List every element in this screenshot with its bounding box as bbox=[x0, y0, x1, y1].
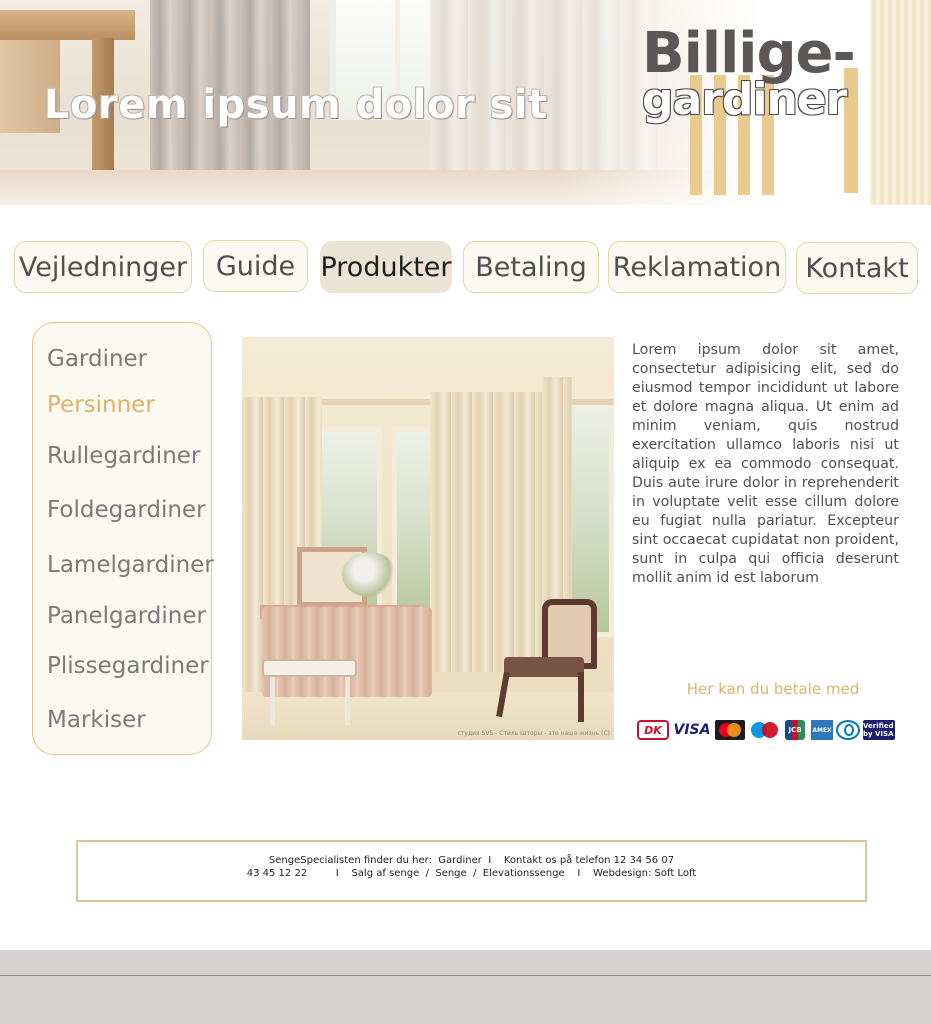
nav-tab-produkter[interactable]: Produkter bbox=[320, 241, 452, 293]
curtain-center bbox=[430, 392, 548, 672]
sidebar-item-plissegardiner[interactable]: Plissegardiner bbox=[47, 653, 209, 679]
nav-tab-betaling[interactable]: Betaling bbox=[463, 241, 599, 293]
maestro-icon bbox=[750, 720, 780, 740]
amex-icon: AMEX bbox=[811, 720, 833, 740]
footer-box: SengeSpecialisten finder du her: Gardine… bbox=[76, 840, 867, 902]
payment-label: Her kan du betale med bbox=[686, 680, 860, 698]
header-banner: Lorem ipsum dolor sit Billige- gardiner bbox=[0, 0, 931, 205]
bottom-divider bbox=[0, 975, 931, 976]
nav-tab-guide[interactable]: Guide bbox=[203, 240, 308, 292]
dankort-icon: DK bbox=[637, 720, 669, 740]
mastercard-icon bbox=[715, 720, 745, 740]
stool bbox=[262, 659, 357, 677]
sidebar-item-foldegardiner[interactable]: Foldegardiner bbox=[47, 497, 206, 523]
verified-by-visa-icon: Verified by VISA bbox=[863, 720, 895, 740]
nav-tab-kontakt[interactable]: Kontakt bbox=[796, 242, 918, 294]
footer-line-2: 43 45 12 22 I Salg af senge / Senge / El… bbox=[246, 868, 697, 879]
photo-credit: студия SVS - Стиль Шторы - это наша жизн… bbox=[457, 730, 610, 737]
logo-text-gardiner: gardiner bbox=[642, 74, 847, 125]
jcb-icon: JCB bbox=[785, 720, 805, 740]
sidebar-item-markiser[interactable]: Markiser bbox=[47, 707, 146, 733]
nav-tab-reklamation[interactable]: Reklamation bbox=[608, 241, 786, 293]
footer-line-1: SengeSpecialisten finder du her: Gardine… bbox=[268, 855, 675, 866]
site-logo[interactable]: Billige- gardiner bbox=[630, 0, 931, 205]
product-photo: студия SVS - Стиль Шторы - это наша жизн… bbox=[242, 337, 614, 740]
sidebar-item-gardiner[interactable]: Gardiner bbox=[47, 346, 147, 372]
sidebar-item-persinner[interactable]: Persinner bbox=[47, 392, 155, 418]
intro-paragraph: Lorem ipsum dolor sit amet, consectetur … bbox=[632, 342, 899, 586]
sidebar-item-panelgardiner[interactable]: Panelgardiner bbox=[47, 603, 206, 629]
nav-tab-vejledninger[interactable]: Vejledninger bbox=[14, 241, 192, 293]
sidebar-item-rullegardiner[interactable]: Rullegardiner bbox=[47, 443, 200, 469]
diners-club-icon bbox=[836, 720, 860, 740]
bottom-band bbox=[0, 950, 931, 1024]
header-title: Lorem ipsum dolor sit bbox=[44, 82, 548, 128]
sidebar-item-lamelgardiner[interactable]: Lamelgardiner bbox=[47, 552, 214, 578]
product-sidebar: Gardiner Persinner Rullegardiner Foldega… bbox=[32, 322, 214, 755]
visa-icon: VISA bbox=[673, 722, 711, 738]
